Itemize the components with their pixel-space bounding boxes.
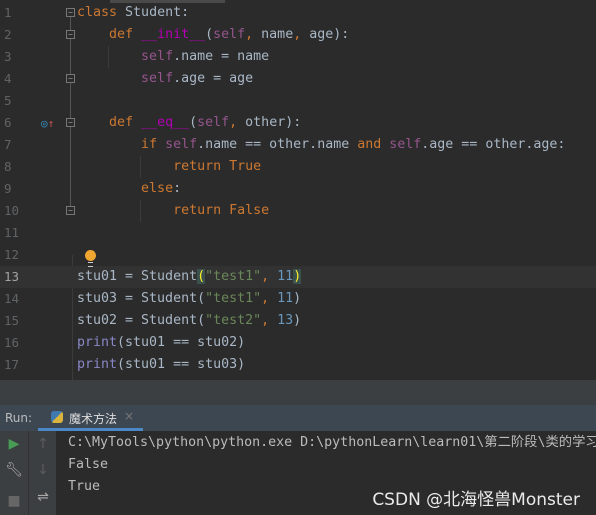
- close-icon[interactable]: ×: [124, 409, 134, 423]
- code-line[interactable]: 3 self.name = name: [0, 46, 596, 68]
- line-number: 4: [4, 71, 12, 86]
- run-panel-header: Run: 魔术方法 ×: [0, 405, 596, 431]
- wrench-icon[interactable]: 🔧︎: [0, 462, 28, 478]
- code-text: class Student:: [77, 5, 190, 20]
- code-text: def __init__(self, name, age):: [109, 27, 350, 42]
- down-arrow-icon[interactable]: ↓: [29, 462, 57, 478]
- code-text: stu01 = Student("test1", 11): [77, 269, 302, 284]
- fold-toggle-icon[interactable]: −: [66, 118, 75, 127]
- line-number: 13: [4, 269, 20, 284]
- code-line[interactable]: 8 return True: [0, 156, 596, 178]
- editor-bottom-strip: [0, 380, 596, 405]
- line-number: 14: [4, 291, 20, 306]
- code-line[interactable]: 7 if self.name == other.name and self.ag…: [0, 134, 596, 156]
- run-tab[interactable]: 魔术方法 ×: [38, 405, 143, 431]
- code-line[interactable]: 4 self.age = age: [0, 68, 596, 90]
- rerun-icon[interactable]: ▶: [0, 436, 28, 452]
- code-text: return False: [173, 203, 270, 218]
- fold-end-icon[interactable]: −: [66, 74, 75, 83]
- code-text: return True: [173, 159, 262, 174]
- line-number: 6: [4, 115, 12, 130]
- code-text: print(stu01 == stu02): [77, 335, 246, 350]
- code-line[interactable]: 15 stu02 = Student("test2", 13): [0, 310, 596, 332]
- line-number: 1: [4, 5, 12, 20]
- code-line[interactable]: 6 def __eq__(self, other):: [0, 112, 596, 134]
- console-line: C:\MyTools\python\python.exe D:\pythonLe…: [68, 435, 596, 450]
- line-number: 8: [4, 159, 12, 174]
- watermark: CSDN @北海怪兽Monster: [372, 490, 580, 510]
- code-line[interactable]: 16 print(stu01 == stu02): [0, 332, 596, 354]
- line-number: 12: [4, 247, 20, 262]
- console-line: False: [68, 457, 109, 472]
- soft-wrap-icon[interactable]: ⇌: [29, 489, 57, 505]
- console-toolbar: ↑ ↓ ⇌: [28, 431, 56, 515]
- code-line[interactable]: 14 stu03 = Student("test1", 11): [0, 288, 596, 310]
- code-line[interactable]: 2 def __init__(self, name, age):: [0, 24, 596, 46]
- code-text: print(stu01 == stu03): [77, 357, 246, 372]
- code-line[interactable]: 1 class Student:: [0, 2, 596, 24]
- line-number: 16: [4, 335, 20, 350]
- code-line[interactable]: 17 print(stu01 == stu03): [0, 354, 596, 376]
- fold-toggle-icon[interactable]: −: [66, 8, 75, 17]
- python-icon: [51, 411, 63, 423]
- code-line[interactable]: 10 return False: [0, 200, 596, 222]
- code-text: if self.name == other.name and self.age …: [141, 137, 566, 152]
- line-number: 17: [4, 357, 20, 372]
- code-line[interactable]: 5: [0, 90, 596, 112]
- code-line[interactable]: 9 else:: [0, 178, 596, 200]
- stop-icon[interactable]: ■: [0, 493, 28, 509]
- run-tab-label: 魔术方法: [69, 412, 118, 426]
- fold-toggle-icon[interactable]: −: [66, 30, 75, 39]
- line-number: 9: [4, 181, 12, 196]
- override-marker-icon[interactable]: ◎↑: [41, 117, 54, 130]
- line-number: 2: [4, 27, 12, 42]
- code-text: self.name = name: [141, 49, 270, 64]
- code-editor[interactable]: 1 class Student: 2 def __init__(self, name…: [0, 0, 596, 380]
- code-text: stu03 = Student("test1", 11): [77, 291, 302, 306]
- line-number: 10: [4, 203, 20, 218]
- console-line: True: [68, 479, 101, 494]
- code-text: stu02 = Student("test2", 13): [77, 313, 302, 328]
- run-toolbar: ▶ 🔧︎ ■: [0, 431, 28, 515]
- up-arrow-icon[interactable]: ↑: [29, 436, 57, 452]
- line-number: 5: [4, 93, 12, 108]
- lightbulb-icon[interactable]: [85, 250, 96, 267]
- code-text: def __eq__(self, other):: [109, 115, 302, 130]
- code-text: else:: [141, 181, 182, 196]
- code-line[interactable]: 13 stu01 = Student("test1", 11): [0, 266, 596, 288]
- line-number: 15: [4, 313, 20, 328]
- code-line[interactable]: 11: [0, 222, 596, 244]
- code-text: self.age = age: [141, 71, 254, 86]
- fold-end-icon[interactable]: −: [66, 206, 75, 215]
- line-number: 3: [4, 49, 12, 64]
- run-label: Run:: [5, 411, 33, 425]
- line-number: 11: [4, 225, 20, 240]
- line-number: 7: [4, 137, 12, 152]
